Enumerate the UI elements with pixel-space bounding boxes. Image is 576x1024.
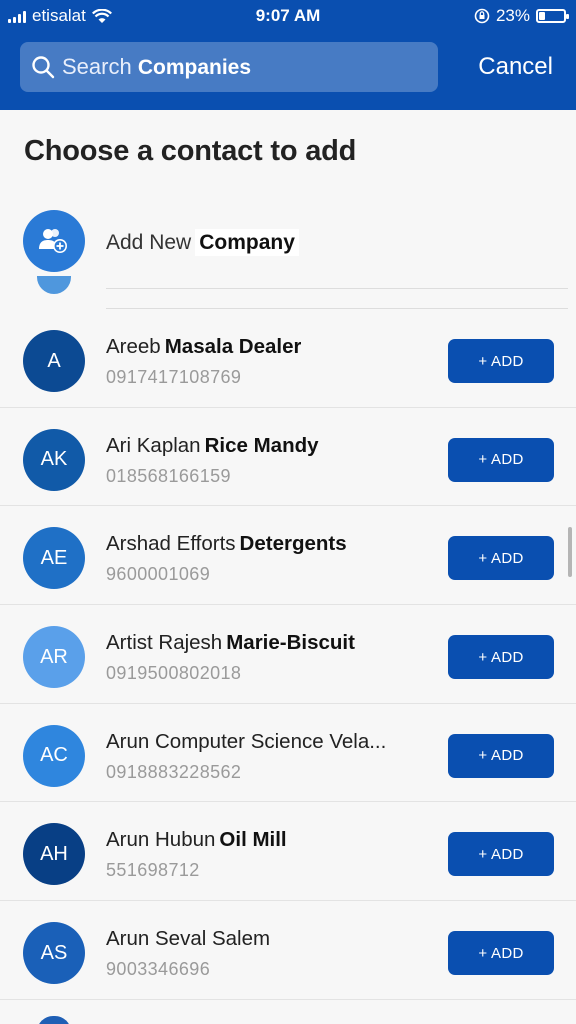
battery-group: 23% <box>474 6 569 26</box>
avatar: AH <box>23 823 85 886</box>
contact-name-bold: Detergents <box>239 532 347 556</box>
app-header: etisalat 9:07 AM 23% Search Companies Ca… <box>0 0 576 110</box>
add-contact-button[interactable]: + ADD <box>448 339 554 383</box>
contact-phone: 0917417108769 <box>106 367 242 387</box>
avatar: AK <box>23 428 85 491</box>
orientation-lock-icon <box>474 8 490 24</box>
contact-row[interactable]: AK Ari Kaplan Rice Mandy 018568166159 + ADD <box>0 408 576 507</box>
add-contact-button[interactable]: + ADD <box>448 536 554 581</box>
contact-row[interactable]: AE Arshad Efforts Detergents 9600001069 + AD… <box>0 506 576 606</box>
contact-row[interactable]: A Areeb Masala Dealer 0917417108769 + ADD <box>0 309 576 408</box>
contact-name: Areeb Masala Dealer <box>106 335 301 359</box>
add-contact-button[interactable]: + ADD <box>448 931 554 976</box>
status-bar: etisalat 9:07 AM 23% <box>0 0 576 30</box>
contact-list: A Areeb Masala Dealer 0917417108769 + ADD AK A… <box>0 309 576 1000</box>
contact-name: Arshad Efforts Detergents <box>106 532 347 556</box>
contact-name-bold: Oil Mill <box>219 828 287 852</box>
avatar: AC <box>23 724 85 787</box>
contact-phone: 0919500802018 <box>106 663 242 684</box>
add-contact-button[interactable]: + ADD <box>448 832 554 877</box>
search-input[interactable]: Search Companies <box>20 42 438 92</box>
cancel-button[interactable]: Cancel <box>478 53 553 81</box>
partial-avatar <box>37 276 71 294</box>
contact-name: Arun Hubun Oil Mill <box>106 828 287 852</box>
partial-avatar <box>37 1016 71 1024</box>
contact-phone: 9600001069 <box>106 564 211 585</box>
contact-name: Arun Seval Salem <box>106 927 270 951</box>
contact-phone: 018568166159 <box>106 465 231 486</box>
search-icon <box>32 56 55 79</box>
avatar: AS <box>23 922 85 985</box>
contact-name: Arun Computer Science Vela... <box>106 730 386 754</box>
contact-phone: 0918883228562 <box>106 761 242 782</box>
scrollbar[interactable] <box>568 527 572 577</box>
contact-row[interactable]: AS Arun Seval Salem 9003346696 + ADD <box>0 901 576 1000</box>
avatar: A <box>23 330 85 392</box>
contact-name-text: Arun Hubun <box>106 828 216 852</box>
contact-row[interactable]: AC Arun Computer Science Vela... 091888322… <box>0 704 576 803</box>
search-placeholder-bold: Companies <box>137 56 252 79</box>
battery-fill <box>539 12 545 20</box>
add-user-icon <box>23 210 85 272</box>
contact-name-bold: Masala Dealer <box>164 335 302 358</box>
battery-percent: 23% <box>495 6 530 25</box>
battery-icon <box>536 9 569 23</box>
contact-row[interactable]: AH Arun Hubun Oil Mill 551698712 + ADD <box>0 802 576 902</box>
contact-name-bold: Marie-Biscuit <box>226 631 355 655</box>
contact-name-text: Ari Kaplan <box>106 433 201 457</box>
add-new-label: Add New Company <box>106 229 299 256</box>
search-placeholder: Search Companies <box>62 54 251 80</box>
add-new-text: Add New <box>106 231 192 254</box>
contact-phone: 9003346696 <box>106 959 211 980</box>
avatar: AR <box>23 626 85 689</box>
contact-name-text: Artist Rajesh <box>106 631 223 655</box>
add-new-company-row[interactable]: Add New Company <box>0 205 576 289</box>
contact-name-text: Arun Seval Salem <box>106 927 271 951</box>
add-new-bold-text: Company <box>195 229 299 256</box>
page-title: Choose a contact to add <box>24 135 357 167</box>
contact-name-text: Areeb <box>106 335 161 358</box>
contact-phone: 551698712 <box>106 860 200 881</box>
search-placeholder-prefix: Search <box>62 54 132 79</box>
contact-name-text: Arun Computer Science Vela... <box>106 729 387 753</box>
add-contact-button[interactable]: + ADD <box>448 437 554 482</box>
contact-name: Ari Kaplan Rice Mandy <box>106 434 319 458</box>
avatar: AE <box>23 527 85 590</box>
divider <box>106 288 568 289</box>
add-contact-button[interactable]: + ADD <box>448 733 554 778</box>
contact-row[interactable]: AR Artist Rajesh Marie-Biscuit 091950080201… <box>0 605 576 704</box>
contact-name-bold: Rice Mandy <box>204 433 319 457</box>
contact-name: Artist Rajesh Marie-Biscuit <box>106 631 355 655</box>
contact-name-text: Arshad Efforts <box>106 532 236 556</box>
add-contact-button[interactable]: + ADD <box>448 635 554 680</box>
